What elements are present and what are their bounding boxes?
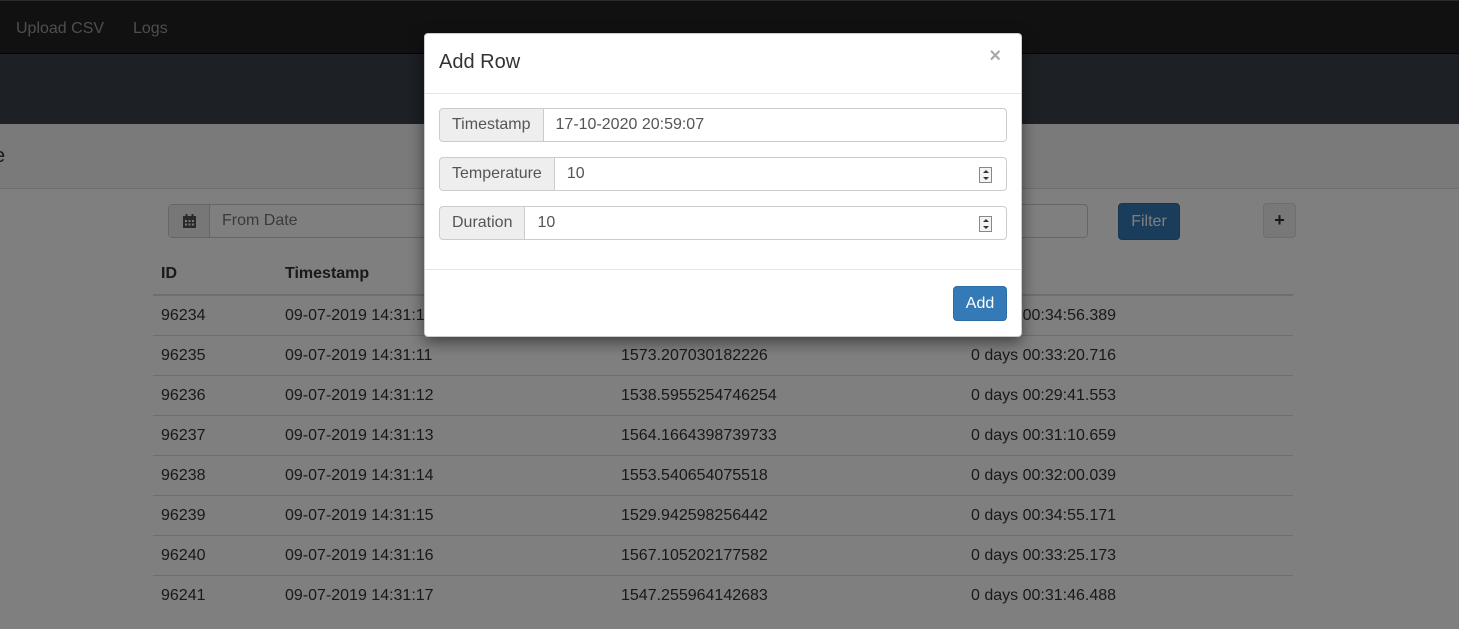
duration-spinner-icon[interactable] <box>979 216 992 232</box>
duration-group: Duration 10 <box>439 206 1007 240</box>
modal-footer: Add <box>425 270 1021 336</box>
modal-title: Add Row <box>439 51 521 73</box>
modal-header: Add Row × <box>425 34 1021 94</box>
temperature-label: Temperature <box>439 157 555 191</box>
modal-body: Timestamp 17-10-2020 20:59:07 Temperatur… <box>425 94 1021 270</box>
timestamp-input[interactable]: 17-10-2020 20:59:07 <box>543 108 1007 142</box>
duration-value: 10 <box>537 214 556 231</box>
timestamp-label: Timestamp <box>439 108 544 142</box>
temperature-spinner-icon[interactable] <box>979 167 992 183</box>
timestamp-value: 17-10-2020 20:59:07 <box>555 116 705 133</box>
duration-label: Duration <box>439 206 526 240</box>
temperature-value: 10 <box>566 165 585 182</box>
add-row-modal: Add Row × Timestamp 17-10-2020 20:59:07 … <box>424 33 1022 337</box>
duration-input[interactable]: 10 <box>525 206 1007 240</box>
close-button[interactable]: × <box>983 44 1007 69</box>
temperature-input[interactable]: 10 <box>554 157 1007 191</box>
temperature-group: Temperature 10 <box>439 157 1007 191</box>
add-button[interactable]: Add <box>953 286 1007 321</box>
timestamp-group: Timestamp 17-10-2020 20:59:07 <box>439 108 1007 142</box>
